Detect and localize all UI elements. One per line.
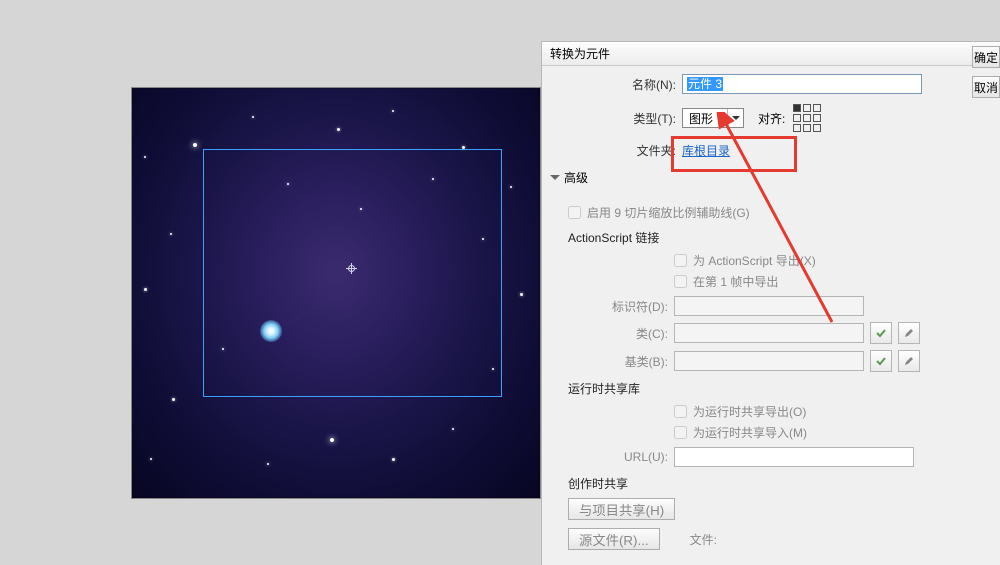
star [144, 288, 147, 291]
dialog-title: 转换为元件 [542, 42, 1000, 66]
advanced-toggle[interactable]: 高级 [550, 169, 1000, 186]
runtime-section-title: 运行时共享库 [568, 380, 992, 397]
url-label: URL(U): [550, 450, 674, 464]
star [392, 110, 394, 112]
runtime-export-checkbox[interactable]: 为运行时共享导出(O) [674, 403, 992, 420]
align-label: 对齐: [758, 110, 785, 127]
pencil-icon [903, 327, 915, 339]
validate-button[interactable] [870, 322, 892, 344]
type-label: 类型(T): [542, 110, 682, 127]
chevron-down-icon [550, 175, 560, 185]
star [510, 186, 512, 188]
comet-head [260, 320, 282, 342]
star [267, 463, 269, 465]
pencil-icon [903, 355, 915, 367]
ok-button[interactable]: 确定 [972, 46, 1000, 68]
star [144, 156, 146, 158]
class-label: 类(C): [550, 325, 674, 342]
runtime-import-checkbox[interactable]: 为运行时共享导入(M) [674, 424, 992, 441]
source-file-button[interactable]: 源文件(R)... [568, 528, 660, 550]
star [252, 116, 254, 118]
class-input[interactable] [674, 323, 864, 343]
edit-button[interactable] [898, 350, 920, 372]
actionscript-section-title: ActionScript 链接 [568, 229, 992, 246]
validate-button[interactable] [870, 350, 892, 372]
check-icon [875, 327, 887, 339]
star [330, 438, 334, 442]
stage-canvas[interactable] [131, 87, 541, 499]
url-input[interactable] [674, 447, 914, 467]
edit-button[interactable] [898, 322, 920, 344]
share-project-button[interactable]: 与项目共享(H) [568, 498, 675, 520]
star [150, 458, 152, 460]
folder-link[interactable]: 库根目录 [682, 142, 730, 159]
baseclass-input[interactable] [674, 351, 864, 371]
check-icon [875, 355, 887, 367]
name-input[interactable]: 元件 3 [682, 74, 922, 94]
star [337, 128, 340, 131]
star [392, 458, 395, 461]
authortime-section-title: 创作时共享 [568, 475, 992, 492]
identifier-label: 标识符(D): [550, 298, 674, 315]
nine-slice-checkbox[interactable]: 启用 9 切片缩放比例辅助线(G) [568, 204, 992, 221]
folder-label: 文件夹: [542, 142, 682, 159]
star [172, 398, 175, 401]
convert-to-symbol-dialog: 转换为元件 确定 取消 名称(N): 元件 3 类型(T): 图形 对齐: 文件… [541, 41, 1000, 565]
chevron-down-icon [727, 109, 743, 127]
star [452, 428, 454, 430]
file-label: 文件: [690, 531, 717, 548]
registration-crosshair[interactable] [346, 263, 357, 274]
registration-grid[interactable] [793, 104, 821, 132]
star [193, 143, 197, 147]
star [520, 293, 523, 296]
name-label: 名称(N): [542, 76, 682, 93]
type-dropdown[interactable]: 图形 [682, 108, 744, 128]
export-actionscript-checkbox[interactable]: 为 ActionScript 导出(X) [674, 252, 992, 269]
star [170, 233, 172, 235]
identifier-input[interactable] [674, 296, 864, 316]
export-frame1-checkbox[interactable]: 在第 1 帧中导出 [674, 273, 992, 290]
baseclass-label: 基类(B): [550, 353, 674, 370]
